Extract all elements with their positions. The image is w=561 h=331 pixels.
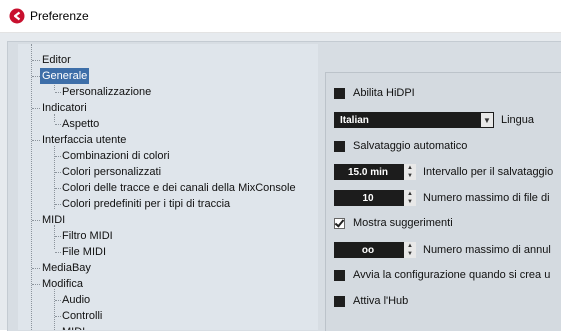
tree-item[interactable]: Generale bbox=[40, 68, 90, 84]
decrement-arrow-icon[interactable]: ▼ bbox=[404, 198, 416, 206]
show-tips-checkbox[interactable] bbox=[334, 217, 345, 229]
tree-connector bbox=[55, 188, 61, 189]
tree-item[interactable]: MIDI bbox=[62, 324, 85, 330]
autosave-checkbox[interactable] bbox=[334, 140, 345, 152]
tree-item[interactable]: MIDI bbox=[42, 212, 65, 228]
title-bar: Preferenze bbox=[0, 0, 561, 33]
window-title: Preferenze bbox=[30, 9, 89, 23]
hidpi-label: Abilita HiDPI bbox=[353, 87, 415, 99]
increment-arrow-icon[interactable]: ▲ bbox=[404, 242, 416, 250]
autosave-interval-label: Intervallo per il salvataggio bbox=[423, 166, 554, 178]
tree-item[interactable]: File MIDI bbox=[62, 244, 106, 260]
tree-connector bbox=[55, 316, 61, 317]
show-tips-label: Mostra suggerimenti bbox=[353, 217, 453, 229]
autosave-row[interactable]: Salvataggio automatico bbox=[334, 137, 467, 155]
max-backup-stepper[interactable]: 10 ▲ ▼ bbox=[334, 190, 416, 206]
tree-item[interactable]: MediaBay bbox=[42, 260, 91, 276]
tree-connector bbox=[32, 108, 40, 109]
hub-row[interactable]: Attiva l'Hub bbox=[334, 292, 408, 310]
tree-connector bbox=[31, 44, 32, 330]
tree-connector bbox=[55, 92, 61, 93]
hidpi-row[interactable]: Abilita HiDPI bbox=[334, 84, 415, 102]
tree-connector bbox=[55, 156, 61, 157]
tree-connector bbox=[55, 252, 61, 253]
tree-connector bbox=[32, 140, 40, 141]
tree-item[interactable]: Combinazioni di colori bbox=[62, 148, 170, 164]
autosave-interval-stepper[interactable]: 15.0 min ▲ ▼ bbox=[334, 164, 416, 180]
language-row: Italian ▼ Lingua bbox=[334, 111, 534, 129]
decrement-arrow-icon[interactable]: ▼ bbox=[404, 172, 416, 180]
tree-item[interactable]: Modifica bbox=[42, 276, 83, 292]
max-backup-label: Numero massimo di file di bbox=[423, 192, 550, 204]
tree-item[interactable]: Filtro MIDI bbox=[62, 228, 113, 244]
tree-connector bbox=[54, 289, 55, 330]
tree-item[interactable]: Colori predefiniti per i tipi di traccia bbox=[62, 196, 230, 212]
tree-item[interactable]: Controlli bbox=[62, 308, 102, 324]
max-backup-value: 10 bbox=[362, 192, 374, 204]
tree-connector bbox=[55, 204, 61, 205]
run-setup-checkbox[interactable] bbox=[334, 269, 345, 281]
cubase-logo-icon bbox=[9, 8, 25, 24]
increment-arrow-icon[interactable]: ▲ bbox=[404, 164, 416, 172]
preferences-tree[interactable]: Editor Generale Personalizzazione Indicator… bbox=[18, 44, 318, 330]
language-label: Lingua bbox=[501, 114, 535, 126]
tree-connector bbox=[32, 268, 40, 269]
tree-connector bbox=[32, 60, 40, 61]
tree-item[interactable]: Aspetto bbox=[62, 116, 99, 132]
decrement-arrow-icon[interactable]: ▼ bbox=[404, 250, 416, 258]
increment-arrow-icon[interactable]: ▲ bbox=[404, 190, 416, 198]
tree-connector bbox=[55, 300, 61, 301]
tree-connector bbox=[54, 225, 55, 249]
tree-connector bbox=[55, 172, 61, 173]
tree-connector bbox=[55, 124, 61, 125]
hidpi-checkbox[interactable] bbox=[334, 87, 345, 99]
max-undo-row: oo ▲ ▼ Numero massimo di annul bbox=[334, 241, 551, 259]
tree-item[interactable]: Colori delle tracce e dei canali della M… bbox=[62, 180, 296, 196]
tree-connector bbox=[32, 284, 40, 285]
max-undo-stepper[interactable]: oo ▲ ▼ bbox=[334, 242, 416, 258]
tree-connector bbox=[32, 220, 40, 221]
tree-item[interactable]: Interfaccia utente bbox=[42, 132, 126, 148]
run-setup-row[interactable]: Avvia la configurazione quando si crea u bbox=[334, 266, 550, 284]
hub-label: Attiva l'Hub bbox=[353, 295, 409, 307]
max-undo-value: oo bbox=[361, 244, 375, 256]
max-undo-label: Numero massimo di annul bbox=[423, 244, 551, 256]
tree-item[interactable]: Indicatori bbox=[42, 100, 87, 116]
hub-checkbox[interactable] bbox=[334, 295, 345, 307]
tree-connector bbox=[55, 236, 61, 237]
language-select[interactable]: Italian ▼ bbox=[334, 112, 494, 128]
autosave-label: Salvataggio automatico bbox=[353, 140, 468, 152]
tree-item[interactable]: Colori personalizzati bbox=[62, 164, 161, 180]
language-value: Italian bbox=[340, 114, 369, 126]
tree-item[interactable]: Personalizzazione bbox=[62, 84, 151, 100]
tree-item[interactable]: Editor bbox=[42, 52, 71, 68]
tree-item[interactable]: Audio bbox=[62, 292, 90, 308]
autosave-interval-value: 15.0 min bbox=[347, 166, 389, 178]
chevron-down-icon[interactable]: ▼ bbox=[480, 112, 494, 128]
autosave-interval-row: 15.0 min ▲ ▼ Intervallo per il salvatagg… bbox=[334, 163, 553, 181]
show-tips-row[interactable]: Mostra suggerimenti bbox=[334, 214, 453, 232]
tree-connector bbox=[32, 76, 40, 77]
run-setup-label: Avvia la configurazione quando si crea u bbox=[353, 269, 551, 281]
max-backup-row: 10 ▲ ▼ Numero massimo di file di bbox=[334, 189, 550, 207]
